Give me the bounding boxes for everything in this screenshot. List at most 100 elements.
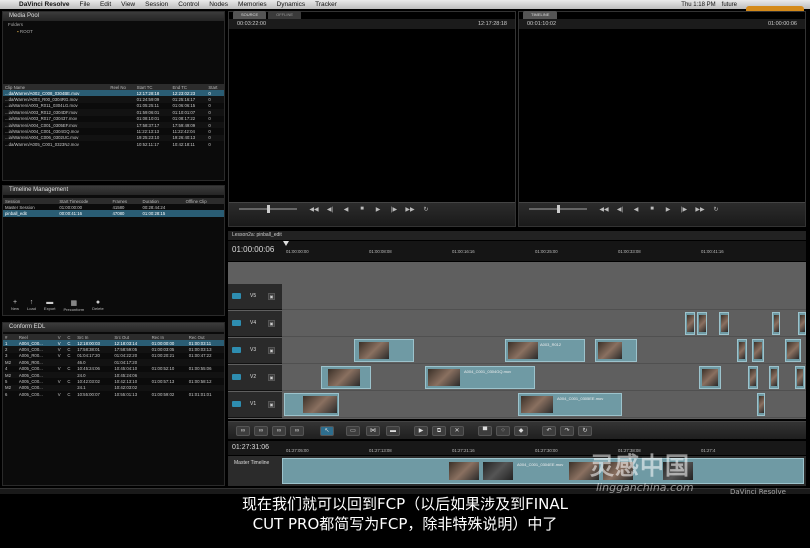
timeline-jog-slider[interactable] <box>529 205 587 213</box>
stop-icon[interactable]: ■ <box>357 206 367 213</box>
new-button[interactable]: + New <box>11 299 19 312</box>
timeline-tracks[interactable]: V5 ▣ V4 ▣ V3 ▣ A003_R012 V2 ▣ A004_C001_… <box>228 262 806 419</box>
play-reverse-icon[interactable]: ◀ <box>341 206 351 213</box>
timeline-clip[interactable] <box>699 366 721 389</box>
edl-row[interactable]: 4 A005_C00... V C 10:45:24:06 10:45:04:10 01:0… <box>3 366 224 372</box>
lock-icon[interactable]: ▣ <box>268 374 275 381</box>
timeline-clip[interactable] <box>748 366 758 389</box>
camera-icon[interactable] <box>232 293 241 299</box>
track-lane-v3[interactable]: A003_R012 <box>282 338 806 364</box>
step-forward-icon[interactable]: |▶ <box>679 206 689 213</box>
track-lane-v2[interactable]: A004_C001_0304GQ.mov <box>282 365 806 391</box>
redo-icon[interactable]: ↷ <box>560 426 574 436</box>
menu-session[interactable]: Session <box>140 1 173 8</box>
menu-control[interactable]: Control <box>173 1 204 8</box>
tab-timeline[interactable]: TIMELINE <box>523 11 558 19</box>
selection-tool-icon[interactable]: ↖ <box>320 426 334 436</box>
link-icon[interactable]: ∞ <box>254 426 268 436</box>
clip-row[interactable]: ...da/Warren/A005_C001_0323NJ.mov 10:52:1… <box>3 141 224 147</box>
refresh-icon[interactable]: ↻ <box>578 426 592 436</box>
play-icon[interactable]: ▶ <box>373 206 383 213</box>
camera-icon[interactable] <box>232 401 241 407</box>
track-header-v4[interactable]: V4 ▣ <box>228 311 282 337</box>
copy-icon[interactable]: ⧉ <box>432 426 446 436</box>
play-icon[interactable]: ▶ <box>663 206 673 213</box>
timeline-clip[interactable]: A004_C001_0304GQ.mov <box>425 366 535 389</box>
timeline-clip[interactable] <box>321 366 371 389</box>
menu-tracker[interactable]: Tracker <box>310 1 342 8</box>
timeline-clip[interactable] <box>798 312 806 335</box>
timeline-clip[interactable]: A004_C001_0305EE.mov <box>518 393 622 416</box>
rewind-icon[interactable]: ◀◀ <box>309 206 319 213</box>
timeline-clip[interactable] <box>772 312 780 335</box>
edl-row[interactable]: 5 A005_C00... V C 10:42:03:02 10:42:13:10 01:0… <box>3 378 224 384</box>
preconform-button[interactable]: ▦ Preconform <box>63 299 84 312</box>
timeline-clip[interactable] <box>719 312 729 335</box>
stop-icon[interactable]: ■ <box>647 206 657 213</box>
track-header-v2[interactable]: V2 ▣ <box>228 365 282 391</box>
timeline-clip[interactable] <box>757 393 765 416</box>
lock-icon[interactable]: ▣ <box>268 401 275 408</box>
play-reverse-icon[interactable]: ◀ <box>631 206 641 213</box>
link-icon[interactable]: ∞ <box>290 426 304 436</box>
menu-file[interactable]: File <box>74 1 94 8</box>
track-header-v5[interactable]: V5 ▣ <box>228 284 282 310</box>
timeline-ruler[interactable]: 01:00:00:00 01:00:08:08 01:00:16:16 01:0… <box>228 241 806 261</box>
timeline-clip[interactable] <box>752 339 764 362</box>
timeline-clip[interactable] <box>785 339 801 362</box>
track-lane-v5[interactable] <box>282 284 806 310</box>
step-back-icon[interactable]: ◀| <box>615 206 625 213</box>
lock-icon[interactable]: ▣ <box>268 320 275 327</box>
menu-view[interactable]: View <box>116 1 140 8</box>
slip-tool-icon[interactable]: ▬ <box>386 426 400 436</box>
close-icon[interactable]: ✕ <box>450 426 464 436</box>
timeline-clip[interactable] <box>284 393 339 416</box>
export-button[interactable]: ▬ Export <box>44 299 56 312</box>
mini-timeline-clips[interactable]: A004_C001_0304EE.mov <box>282 458 804 484</box>
camera-icon[interactable] <box>232 347 241 353</box>
menu-nodes[interactable]: Nodes <box>204 1 233 8</box>
track-header-v1[interactable]: V1 ▣ <box>228 392 282 418</box>
step-forward-icon[interactable]: |▶ <box>389 206 399 213</box>
play-icon[interactable]: ▶ <box>414 426 428 436</box>
root-folder[interactable]: ▪ ROOT <box>3 28 224 35</box>
link-icon[interactable]: ∞ <box>272 426 286 436</box>
grid-icon[interactable]: ⁘ <box>496 426 510 436</box>
edl-row[interactable]: 2 A004_C00... V C 17:58:38:01 17:58:59:05 01:0… <box>3 346 224 353</box>
timeline-clip[interactable] <box>697 312 707 335</box>
delete-button[interactable]: ● Delete <box>92 299 104 312</box>
lock-icon[interactable]: ▣ <box>268 293 275 300</box>
monitor-icon[interactable]: ▀ <box>478 426 492 436</box>
loop-icon[interactable]: ↻ <box>421 206 431 213</box>
trim-tool-icon[interactable]: ▭ <box>346 426 360 436</box>
link-icon[interactable]: ∞ <box>236 426 250 436</box>
mini-timeline-track[interactable]: Master Timeline A004_C001_0304EE.mov <box>228 456 806 486</box>
playhead-marker[interactable] <box>283 241 289 246</box>
source-jog-slider[interactable] <box>239 205 297 213</box>
tab-offline[interactable]: OFFLINE <box>268 11 302 19</box>
timeline-row[interactable]: pinball_edit 00:00:41:16 47080 01:00:28:15 <box>3 210 224 217</box>
loop-icon[interactable]: ↻ <box>711 206 721 213</box>
timeline-clip[interactable]: A003_R012 <box>505 339 585 362</box>
timeline-clip[interactable] <box>685 312 695 335</box>
menu-memories[interactable]: Memories <box>233 1 272 8</box>
track-lane-v1[interactable]: A004_C001_0305EE.mov <box>282 392 806 418</box>
marker-icon[interactable]: ◆ <box>514 426 528 436</box>
menu-edit[interactable]: Edit <box>95 1 116 8</box>
edl-row[interactable]: 3 A006_R00... V C 01:04:17:20 01:04:22:20 01:0… <box>3 353 224 359</box>
timeline-clip[interactable] <box>737 339 747 362</box>
track-lane-v4[interactable] <box>282 311 806 337</box>
fast-forward-icon[interactable]: ▶▶ <box>695 206 705 213</box>
mini-timeline-ruler[interactable]: 01:27:05:00 01:27:13:08 01:27:21:16 01:2… <box>228 441 806 455</box>
camera-icon[interactable] <box>232 320 241 326</box>
source-viewer[interactable]: SOURCE OFFLINE 00:03:22:00 12:17:28:18 ◀… <box>228 11 516 227</box>
timeline-clip[interactable] <box>795 366 805 389</box>
menu-dynamics[interactable]: Dynamics <box>272 1 311 8</box>
ripple-tool-icon[interactable]: ⋈ <box>366 426 380 436</box>
menubar-user[interactable]: future <box>719 2 740 8</box>
timeline-clip[interactable] <box>354 339 414 362</box>
edl-row[interactable]: 6 A005_C00... V C 10:55:00:07 10:55:01:13 01:0… <box>3 391 224 397</box>
timeline-clip[interactable] <box>769 366 779 389</box>
edl-row[interactable]: 1 A004_C00... V C 12:18:00:03 12:18:03:14 01:0… <box>3 340 224 347</box>
timeline-clip[interactable] <box>595 339 637 362</box>
